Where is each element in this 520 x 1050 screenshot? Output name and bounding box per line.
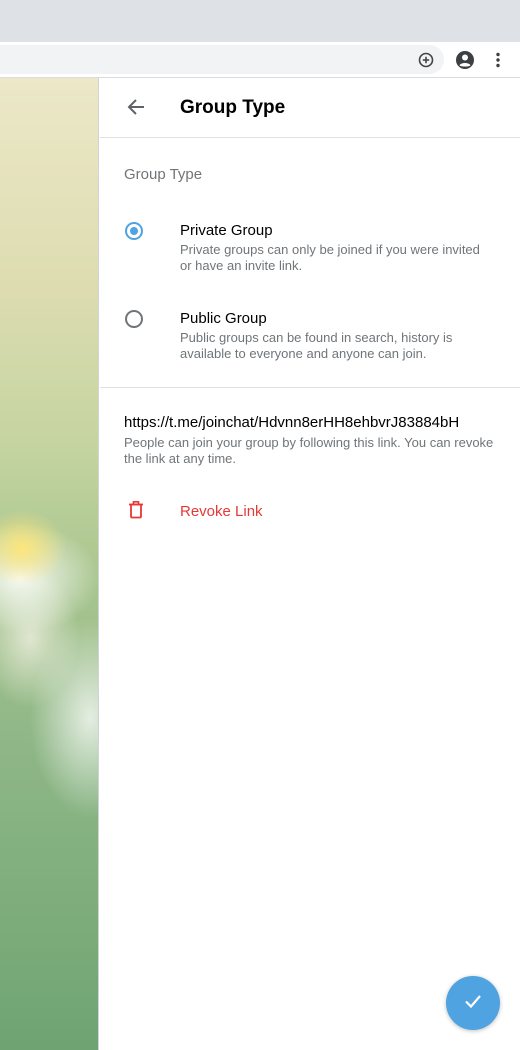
arrow-back-icon xyxy=(126,97,146,122)
group-type-panel: Group Type Group Type Private Group Priv… xyxy=(100,78,520,1050)
check-icon xyxy=(461,989,485,1018)
invite-link[interactable]: https://t.me/joinchat/Hdvnn8erHH8ehbvrJ8… xyxy=(124,414,459,431)
chat-background xyxy=(0,78,99,1050)
plus-circle-icon[interactable] xyxy=(416,50,436,70)
page-title: Group Type xyxy=(180,97,286,118)
option-description: Public groups can be found in search, hi… xyxy=(180,330,453,361)
public-group-radio[interactable] xyxy=(125,310,143,328)
back-button[interactable] xyxy=(122,95,150,123)
address-bar[interactable] xyxy=(0,45,444,74)
confirm-button[interactable] xyxy=(446,976,500,1030)
private-group-radio[interactable] xyxy=(125,222,143,240)
section-label: Group Type xyxy=(124,166,203,183)
divider xyxy=(100,387,520,388)
more-vert-icon[interactable] xyxy=(488,50,508,70)
public-group-option[interactable]: Public Group Public groups can be found … xyxy=(100,306,520,364)
revoke-link-label: Revoke Link xyxy=(180,503,263,520)
option-description: Private groups can only be joined if you… xyxy=(180,242,480,273)
private-group-option[interactable]: Private Group Private groups can only be… xyxy=(100,218,520,276)
revoke-link-button[interactable]: Revoke Link xyxy=(100,498,520,526)
option-title: Private Group xyxy=(180,222,273,239)
browser-tab-strip xyxy=(0,0,520,42)
account-circle-icon[interactable] xyxy=(455,50,475,70)
trash-icon xyxy=(126,500,146,520)
browser-toolbar xyxy=(0,42,520,78)
panel-header: Group Type xyxy=(100,78,520,138)
invite-link-description: People can join your group by following … xyxy=(124,435,494,466)
option-title: Public Group xyxy=(180,310,267,327)
